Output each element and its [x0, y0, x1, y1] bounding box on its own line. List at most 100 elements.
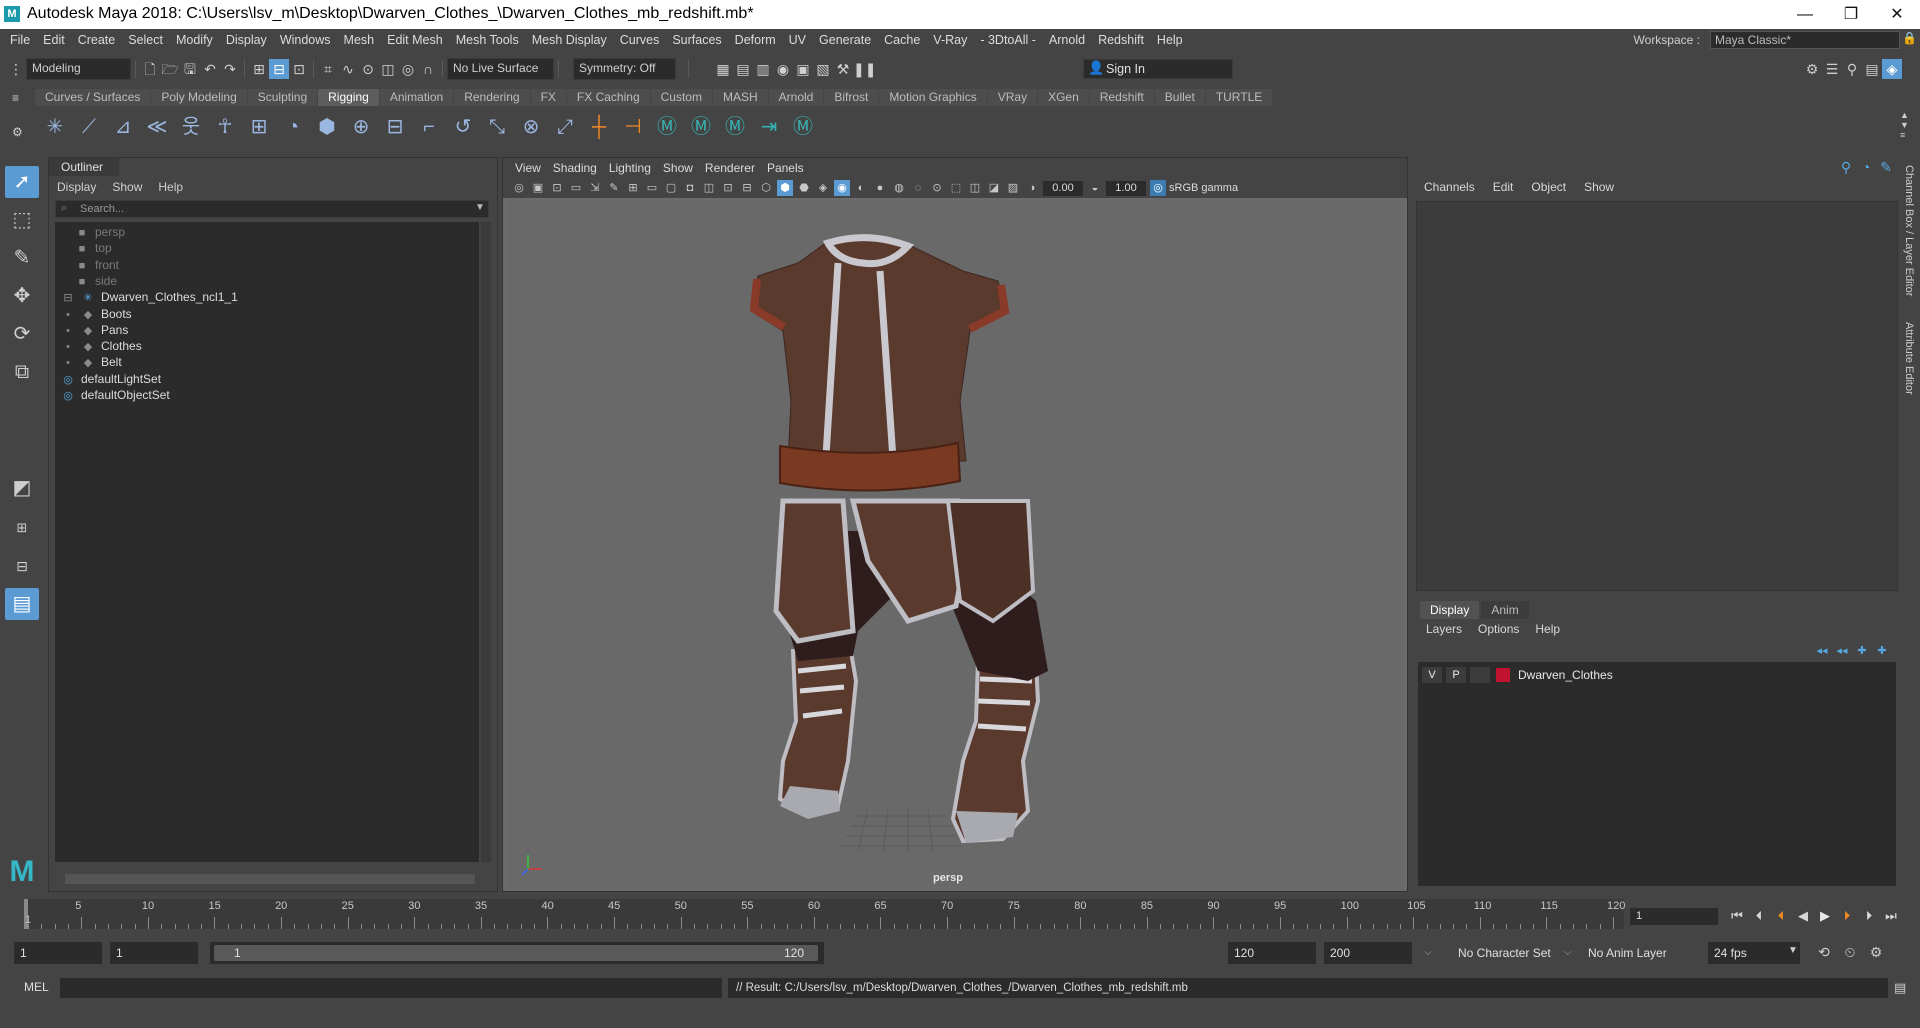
viewport-menu-lighting[interactable]: Lighting: [609, 161, 651, 175]
ipr-render-icon[interactable]: ▥: [753, 59, 773, 79]
shelf-tab-mash[interactable]: MASH: [712, 89, 768, 106]
auto-key-icon[interactable]: ⏲: [1840, 942, 1860, 962]
camera-select-icon[interactable]: ◎: [511, 180, 527, 196]
render-view-icon[interactable]: ▧: [813, 59, 833, 79]
four-view-icon[interactable]: ⊞: [5, 512, 39, 544]
outliner-menu-display[interactable]: Display: [57, 180, 96, 194]
attribute-editor-icon[interactable]: ☰: [1822, 59, 1842, 79]
script-language-toggle[interactable]: MEL: [24, 980, 49, 994]
menu-mesh[interactable]: Mesh: [344, 33, 375, 47]
new-scene-icon[interactable]: 🗋: [140, 59, 160, 79]
bookmark-icon[interactable]: ⊡: [549, 180, 565, 196]
range-slider[interactable]: 1 120: [210, 942, 824, 964]
redo-icon[interactable]: ↷: [220, 59, 240, 79]
playback-end-field[interactable]: 120: [1228, 942, 1316, 964]
close-icon[interactable]: ✕: [1874, 0, 1920, 29]
anim-layer-field[interactable]: No Anim Layer: [1582, 942, 1682, 964]
menu-deform[interactable]: Deform: [735, 33, 776, 47]
mash-distribute-icon[interactable]: Ⓜ: [720, 112, 750, 142]
shelf-tab-redshift[interactable]: Redshift: [1089, 89, 1154, 106]
menu-cache[interactable]: Cache: [884, 33, 920, 47]
viewport-canvas[interactable]: [508, 201, 1403, 887]
gamma-icon[interactable]: ◒: [1087, 180, 1103, 196]
mash-export-icon[interactable]: ⇥: [754, 112, 784, 142]
snap-point-icon[interactable]: ⊙: [358, 59, 378, 79]
textured-icon[interactable]: ◈: [815, 180, 831, 196]
animation-end-field[interactable]: 200: [1324, 942, 1412, 964]
scale-tool-icon[interactable]: ⧉: [5, 356, 39, 388]
grid-icon[interactable]: ⊞: [625, 180, 641, 196]
isolate-select-icon[interactable]: ⬚: [948, 180, 964, 196]
mash-editor-icon[interactable]: Ⓜ: [788, 112, 818, 142]
shelf-tab-fx-caching[interactable]: FX Caching: [566, 89, 650, 106]
menu-select[interactable]: Select: [128, 33, 163, 47]
layer-tab-display[interactable]: Display: [1420, 601, 1480, 619]
select-tool-icon[interactable]: ➚: [5, 166, 39, 198]
shelf-tab-bifrost[interactable]: Bifrost: [824, 89, 879, 106]
x-ray-icon[interactable]: ◫: [967, 180, 983, 196]
bind-skin-icon[interactable]: ⊞: [244, 112, 274, 142]
channelbox-area[interactable]: [1416, 201, 1898, 591]
shelf-tab-turtle[interactable]: TURTLE: [1205, 89, 1273, 106]
animation-start-field[interactable]: 1: [14, 942, 102, 964]
shelf-tab-rigging[interactable]: Rigging: [318, 89, 379, 106]
paint-weights-icon[interactable]: ◔: [278, 112, 308, 142]
menu-surfaces[interactable]: Surfaces: [672, 33, 721, 47]
search-options-icon[interactable]: ▼: [475, 202, 485, 213]
modeling-toolkit-icon[interactable]: ⚙: [1802, 59, 1822, 79]
lattice-icon[interactable]: ⬢: [312, 112, 342, 142]
shelf-tab-rendering[interactable]: Rendering: [454, 89, 530, 106]
channelbox-menu-edit[interactable]: Edit: [1493, 180, 1514, 194]
joint-tool-icon[interactable]: ✳: [40, 112, 70, 142]
outliner-menu-help[interactable]: Help: [158, 180, 183, 194]
anim-layer-chevron-icon[interactable]: ⌵: [1564, 947, 1572, 958]
pivot-icon[interactable]: ⊣: [618, 112, 648, 142]
mash-network-icon[interactable]: Ⓜ: [686, 112, 716, 142]
menu-edit-mesh[interactable]: Edit Mesh: [387, 33, 443, 47]
pole-vector-icon[interactable]: ⤢: [550, 112, 580, 142]
ik-handle-icon[interactable]: ⟋: [74, 112, 104, 142]
render-settings-icon[interactable]: ◉: [773, 59, 793, 79]
save-scene-icon[interactable]: 🖫: [180, 59, 200, 79]
depth-of-field-icon[interactable]: ⊙: [929, 180, 945, 196]
outliner-tab[interactable]: Outliner: [49, 158, 119, 176]
render-current-icon[interactable]: ▤: [733, 59, 753, 79]
new-layer-selected-icon[interactable]: ✚: [1872, 641, 1892, 661]
minimize-icon[interactable]: —: [1782, 0, 1828, 29]
menu-v-ray[interactable]: V-Ray: [933, 33, 967, 47]
workspace-dropdown[interactable]: Maya Classic*: [1710, 31, 1900, 49]
layer-menu-layers[interactable]: Layers: [1426, 622, 1462, 636]
field-chart-icon[interactable]: ◫: [701, 180, 717, 196]
locator-icon[interactable]: ┼: [584, 112, 614, 142]
shelf-tab-arnold[interactable]: Arnold: [768, 89, 824, 106]
step-forward-key-icon[interactable]: ⏵: [1836, 905, 1858, 927]
select-object-icon[interactable]: ⊟: [269, 59, 289, 79]
viewport-menu-panels[interactable]: Panels: [767, 161, 804, 175]
history-icon[interactable]: ◔: [1856, 157, 1876, 177]
edit-icon[interactable]: ✎: [1876, 157, 1896, 177]
menu-mesh-display[interactable]: Mesh Display: [532, 33, 607, 47]
point-constraint-icon[interactable]: ⌐: [414, 112, 444, 142]
humanik-icon[interactable]: 웃: [176, 112, 206, 142]
step-forward-icon[interactable]: ⏵: [1858, 905, 1880, 927]
menu-help[interactable]: Help: [1157, 33, 1183, 47]
tool-settings-icon[interactable]: ⚲: [1842, 59, 1862, 79]
step-back-icon[interactable]: ⏴: [1748, 905, 1770, 927]
pause-icon[interactable]: ❚❚: [853, 59, 876, 79]
single-perspective-icon[interactable]: ◩: [5, 472, 39, 504]
image-plane-icon[interactable]: ▭: [568, 180, 584, 196]
menu-set-dropdown[interactable]: Modeling: [26, 58, 131, 80]
gate-mask-icon[interactable]: ◘: [682, 180, 698, 196]
restore-icon[interactable]: ❐: [1828, 0, 1874, 29]
orient-constraint-icon[interactable]: ↺: [448, 112, 478, 142]
undo-icon[interactable]: ↶: [200, 59, 220, 79]
sign-in-button[interactable]: Sign In: [1083, 59, 1233, 79]
lasso-tool-icon[interactable]: ⬚: [5, 204, 39, 236]
outliner-search-input[interactable]: Search...: [55, 200, 489, 218]
snap-grid-icon[interactable]: ⌗: [318, 59, 338, 79]
motion-blur-icon[interactable]: ◍: [891, 180, 907, 196]
viewport-menu-shading[interactable]: Shading: [553, 161, 597, 175]
outliner-vertical-scrollbar[interactable]: [481, 222, 491, 862]
aim-constraint-icon[interactable]: ⊗: [516, 112, 546, 142]
screen-space-ao-icon[interactable]: ●: [872, 180, 888, 196]
